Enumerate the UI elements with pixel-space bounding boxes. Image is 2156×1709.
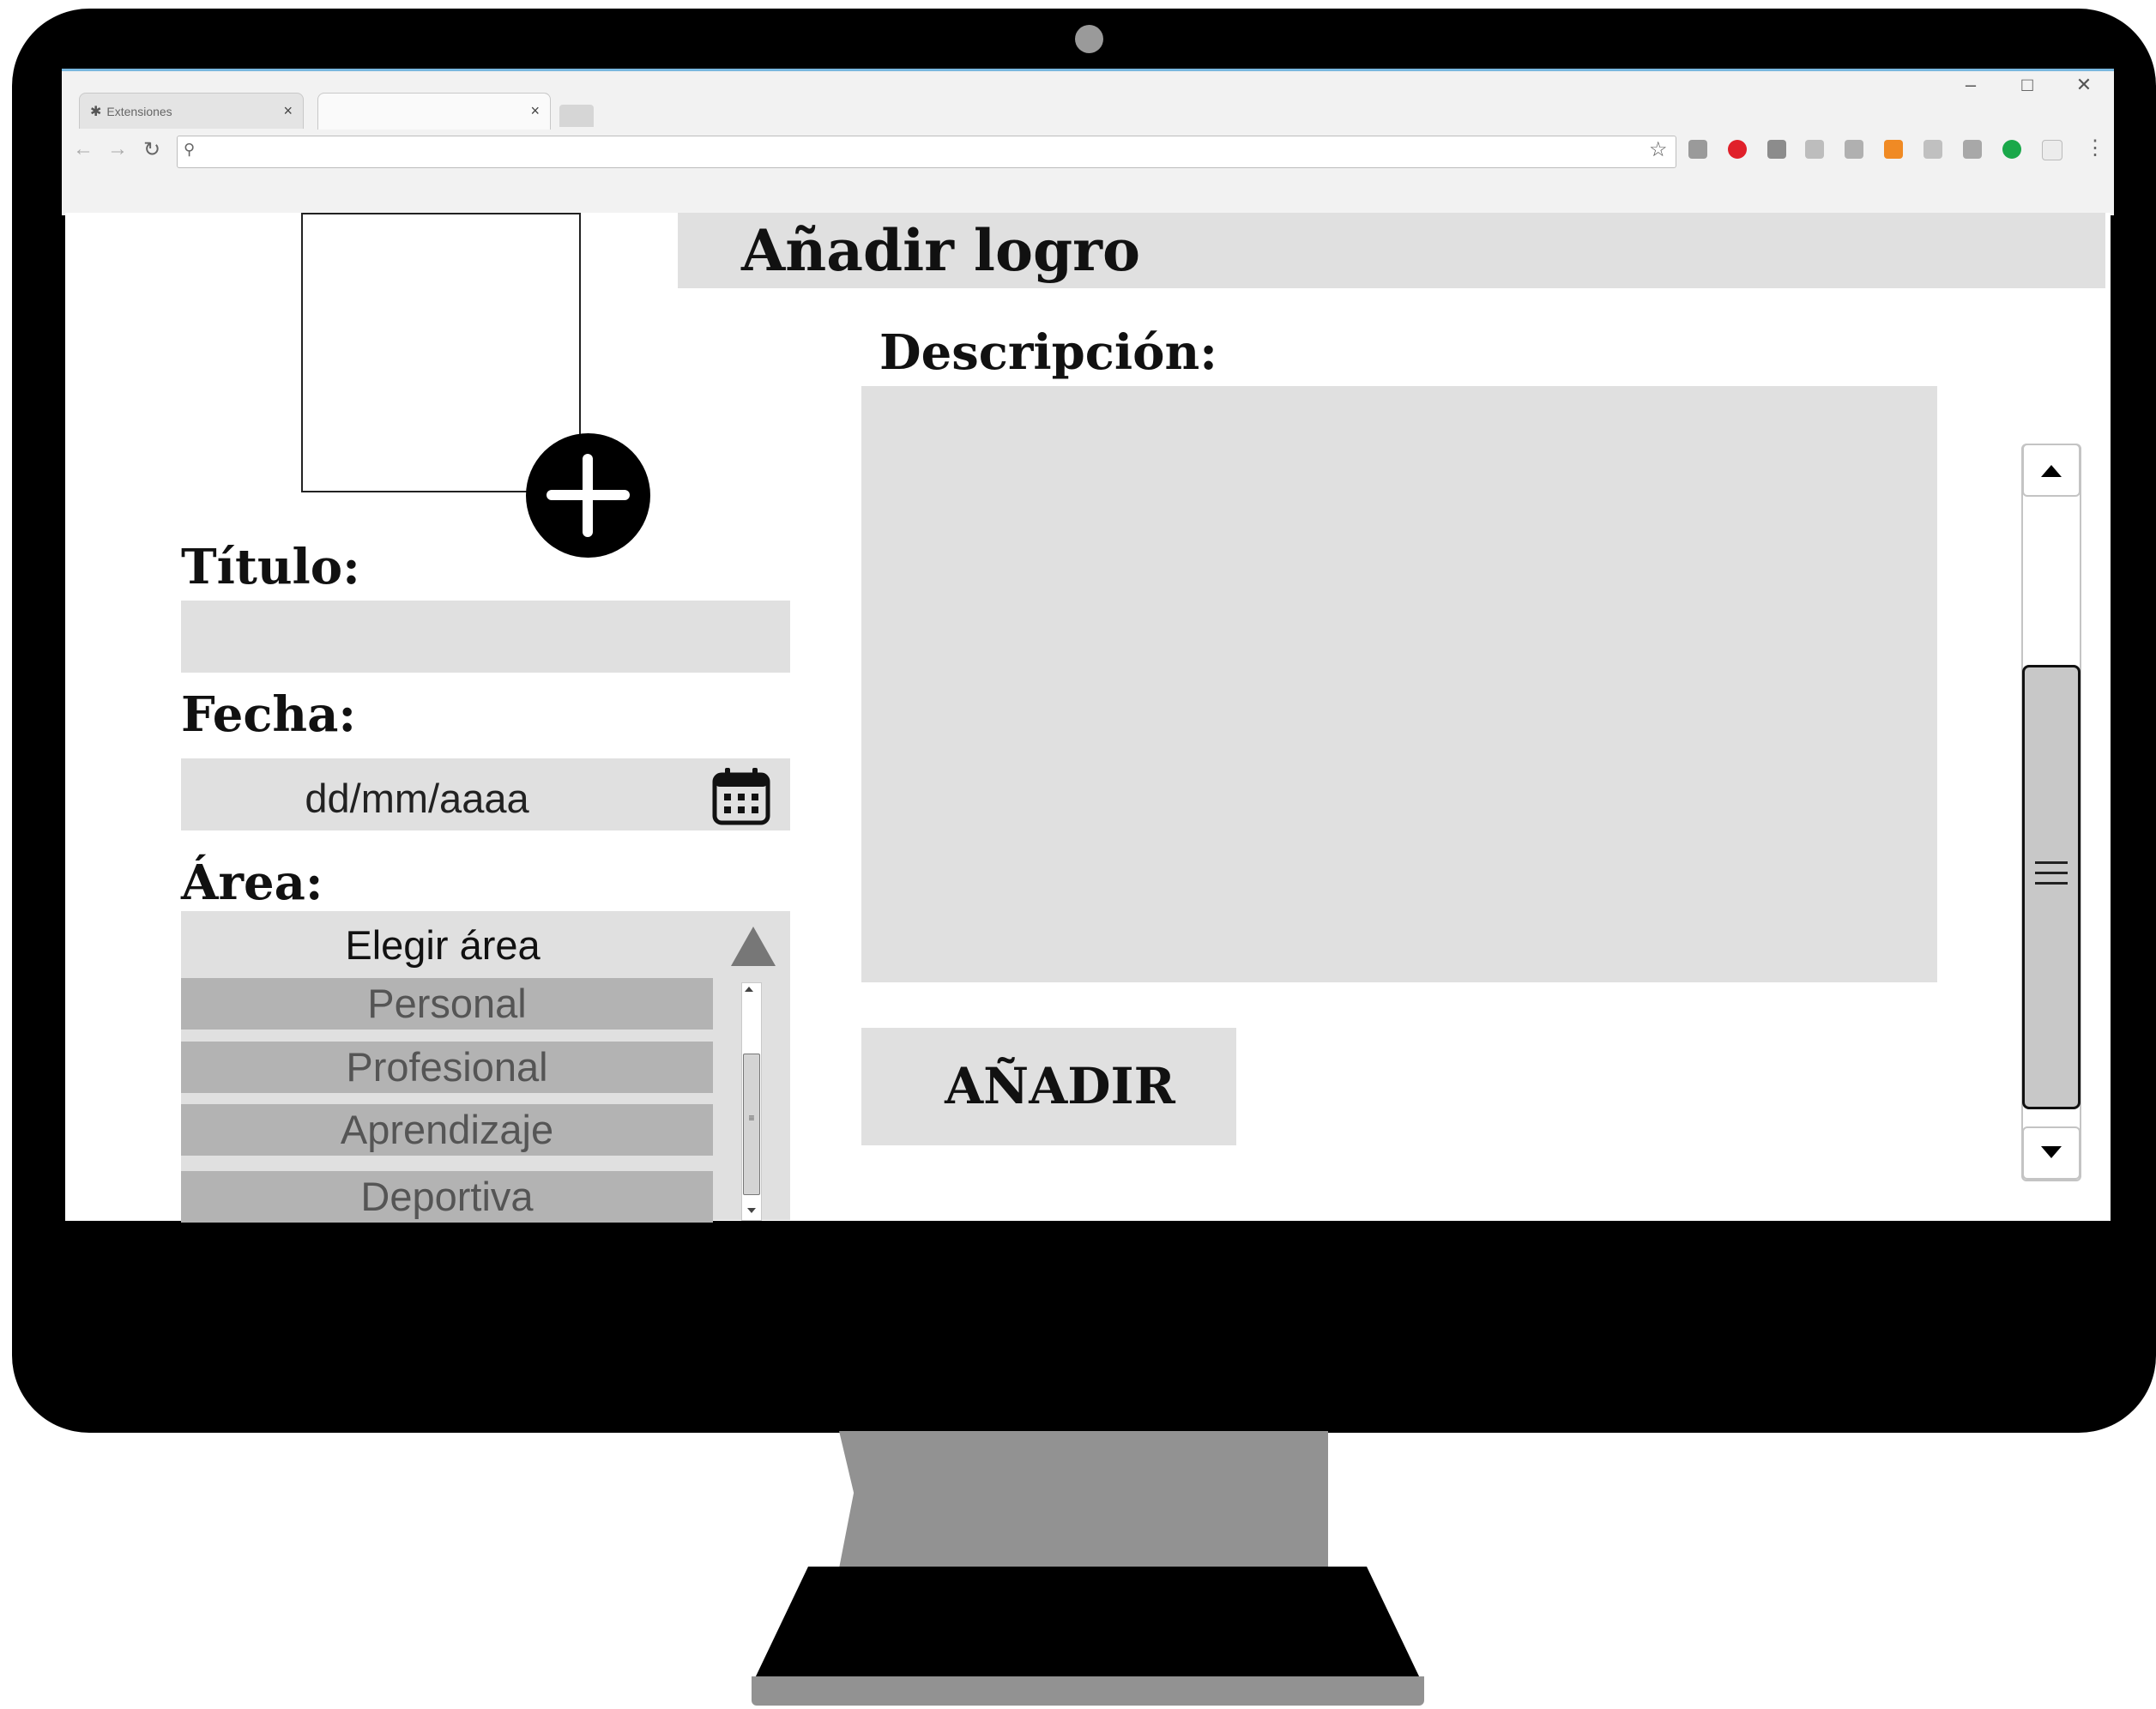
- close-window-icon[interactable]: ✕: [2071, 74, 2097, 96]
- monitor-stand-base: [752, 1676, 1424, 1706]
- new-tab-button[interactable]: [559, 105, 594, 127]
- reload-icon[interactable]: ↻: [139, 137, 165, 162]
- titulo-input[interactable]: [181, 601, 790, 673]
- adblock-icon[interactable]: [1728, 140, 1747, 159]
- scroll-down-icon[interactable]: [747, 1208, 756, 1213]
- address-input[interactable]: [202, 139, 1558, 163]
- triangle-up-icon: [2041, 465, 2062, 477]
- extension-icon[interactable]: [1845, 140, 1863, 159]
- scroll-up-icon[interactable]: [745, 987, 753, 992]
- descripcion-label: Descripción:: [879, 324, 1217, 381]
- area-option-profesional[interactable]: Profesional: [181, 1042, 713, 1093]
- tab-active[interactable]: ×: [317, 93, 551, 130]
- area-label: Área:: [181, 854, 323, 911]
- forward-icon[interactable]: →: [105, 137, 130, 161]
- titulo-label: Título:: [181, 539, 360, 595]
- descripcion-textarea[interactable]: [861, 386, 1937, 982]
- close-tab-icon[interactable]: ×: [530, 102, 540, 120]
- fecha-label: Fecha:: [181, 686, 357, 743]
- minimize-icon[interactable]: –: [1958, 74, 1984, 96]
- extension-icon[interactable]: [1805, 140, 1824, 159]
- extension-icon[interactable]: [1963, 140, 1982, 159]
- tab-extensiones[interactable]: ✱ Extensiones ×: [79, 93, 304, 129]
- grip-icon: [2035, 861, 2068, 892]
- extension-icon[interactable]: [2002, 140, 2021, 159]
- puzzle-icon: ✱: [90, 104, 102, 119]
- extension-icon[interactable]: [1923, 140, 1942, 159]
- add-button[interactable]: [861, 1028, 1236, 1145]
- add-photo-button[interactable]: [526, 433, 650, 558]
- page-title: Añadir logro: [741, 217, 1140, 284]
- calendar-icon[interactable]: [711, 766, 771, 826]
- monitor-stand-neck: [839, 1431, 1328, 1568]
- close-tab-icon[interactable]: ×: [283, 102, 293, 120]
- area-option-aprendizaje[interactable]: Aprendizaje: [181, 1104, 713, 1156]
- grip-icon: ≡: [748, 1112, 755, 1124]
- area-list-scroll-thumb[interactable]: [743, 1054, 760, 1195]
- area-option-deportiva[interactable]: Deportiva: [181, 1171, 713, 1223]
- area-option-personal[interactable]: Personal: [181, 978, 713, 1030]
- triangle-up-icon[interactable]: [731, 927, 776, 966]
- bookmark-star-icon[interactable]: ☆: [1649, 137, 1668, 162]
- menu-icon[interactable]: ⋮: [2085, 136, 2105, 160]
- extension-icon[interactable]: [1767, 140, 1786, 159]
- photo-placeholder: [301, 213, 581, 492]
- extension-icon[interactable]: [2042, 140, 2062, 160]
- extension-icon[interactable]: [1884, 140, 1903, 159]
- search-icon: ⚲: [184, 141, 196, 158]
- extension-icon[interactable]: [1688, 140, 1707, 159]
- webcam: [1075, 25, 1103, 53]
- triangle-down-icon: [2041, 1146, 2062, 1158]
- maximize-icon[interactable]: □: [2014, 74, 2040, 96]
- monitor-stand-foot: [755, 1567, 1420, 1678]
- area-selected-value: Elegir área: [345, 922, 541, 968]
- back-icon[interactable]: ←: [70, 137, 96, 161]
- fecha-placeholder: dd/mm/aaaa: [305, 776, 529, 821]
- tab-label: Extensiones: [106, 104, 172, 118]
